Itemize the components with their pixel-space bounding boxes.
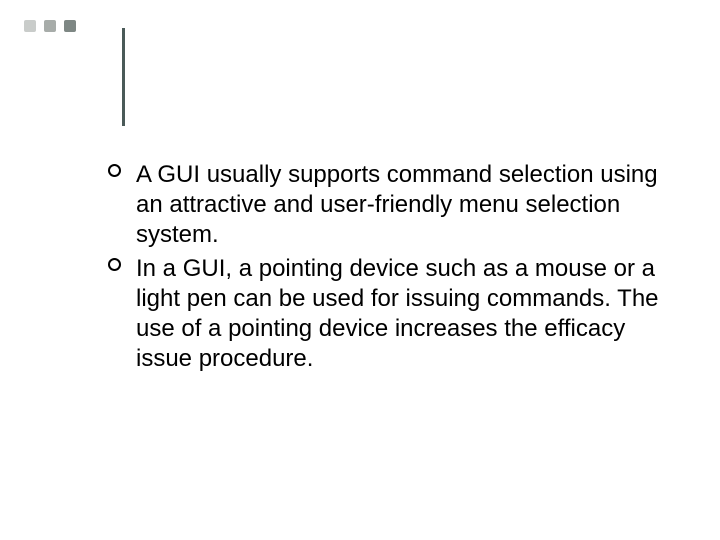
dot-3 <box>64 20 76 32</box>
bullet-text: In a GUI, a pointing device such as a mo… <box>136 255 659 372</box>
dot-2 <box>44 20 56 32</box>
list-item: A GUI usually supports command selection… <box>108 160 660 250</box>
content-area: A GUI usually supports command selection… <box>108 160 660 378</box>
bullet-text: A GUI usually supports command selection… <box>136 161 658 248</box>
bullet-list: A GUI usually supports command selection… <box>108 160 660 374</box>
slide: A GUI usually supports command selection… <box>0 0 720 540</box>
list-item: In a GUI, a pointing device such as a mo… <box>108 254 660 374</box>
header-decor <box>24 20 88 32</box>
bullet-marker-icon <box>108 258 121 271</box>
bullet-marker-icon <box>108 164 121 177</box>
vertical-line <box>122 28 125 126</box>
dot-row <box>24 20 76 32</box>
dot-1 <box>24 20 36 32</box>
